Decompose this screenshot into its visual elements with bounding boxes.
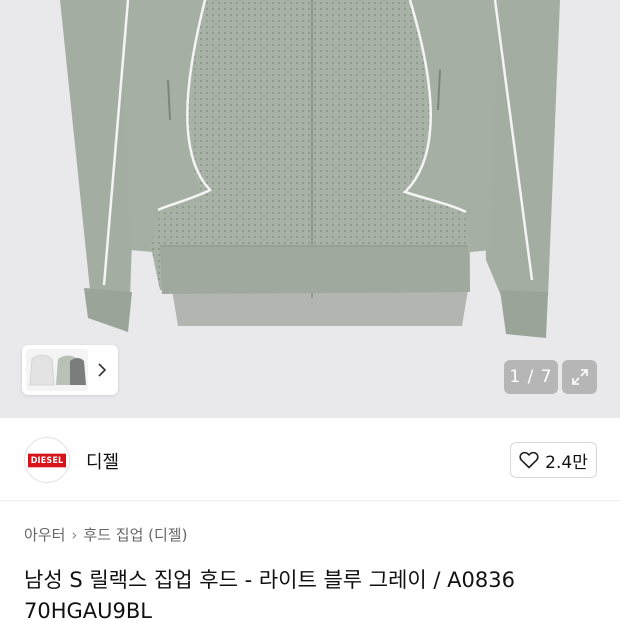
- image-counter: 1 / 7: [504, 360, 558, 394]
- chevron-right-icon: ›: [71, 525, 78, 544]
- thumbnail-preview: [26, 349, 88, 391]
- product-title: 남성 S 릴랙스 집업 후드 - 라이트 블루 그레이 / A0836 70HG…: [24, 568, 515, 620]
- like-button[interactable]: 2.4만: [510, 442, 597, 478]
- product-image-gallery[interactable]: 1 / 7: [0, 0, 620, 418]
- divider: [0, 500, 620, 501]
- thumbnail-image[interactable]: [26, 349, 88, 391]
- breadcrumb-item-hood-zipup[interactable]: 후드 집업 (디젤): [83, 524, 187, 545]
- expand-button[interactable]: [562, 360, 597, 394]
- brand-logo-text: DIESEL: [27, 453, 67, 467]
- thumbnail-strip[interactable]: [22, 345, 118, 395]
- chevron-right-icon: [98, 363, 107, 377]
- like-count: 2.4만: [545, 452, 588, 473]
- breadcrumb-item-outer[interactable]: 아우터: [24, 524, 65, 545]
- expand-icon: [571, 369, 588, 385]
- breadcrumb: 아우터 › 후드 집업 (디젤): [24, 524, 187, 545]
- brand-row: DIESEL 디젤 2.4만: [0, 430, 620, 490]
- thumbnail-next-button[interactable]: [88, 362, 116, 378]
- brand-name[interactable]: 디젤: [86, 448, 119, 474]
- heart-outline-icon: [519, 451, 539, 469]
- brand-logo[interactable]: DIESEL: [24, 437, 70, 483]
